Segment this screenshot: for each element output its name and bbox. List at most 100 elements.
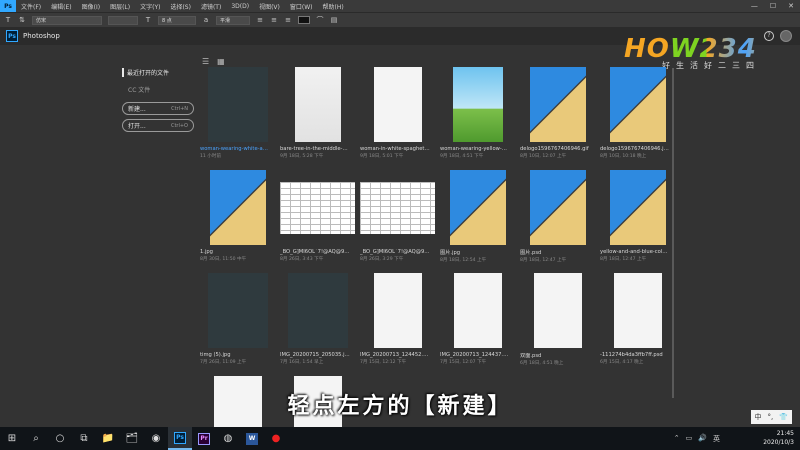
text-color-swatch[interactable] (298, 16, 310, 24)
file-tile[interactable]: IMG_20200713_124437.png 7月 15日, 12:07 下午 (440, 273, 515, 365)
ps-app-icon[interactable]: Ps (0, 0, 16, 12)
align-right-icon[interactable]: ≡ (284, 16, 292, 24)
file-thumbnail[interactable] (440, 273, 515, 348)
tray-battery-icon[interactable]: ▭ (686, 434, 693, 444)
ime-punct[interactable]: °, (768, 413, 774, 421)
menu-layer[interactable]: 图层(L) (105, 2, 135, 11)
file-tile[interactable]: yellow-and-and-blue-colore... 8月 18日, 12:… (600, 170, 675, 262)
file-date: 9月 18日, 5:01 下午 (360, 154, 404, 159)
file-thumbnail[interactable] (600, 273, 675, 348)
align-center-icon[interactable]: ≡ (270, 16, 278, 24)
volume-icon[interactable]: 🔊 (698, 434, 707, 444)
file-tile[interactable]: delogo1596767406946.jpg 8月 10日, 10:18 晚上 (600, 67, 675, 159)
file-tile[interactable]: woman-wearing-yellow-dres... 9月 18日, 4:51… (440, 67, 515, 159)
file-thumbnail[interactable] (520, 67, 595, 142)
clock-time: 21:45 (776, 430, 794, 437)
file-tile[interactable]: _BO_G]MI6OL`7!@AQ@9X$S... 8月 26日, 3:29 下午 (360, 170, 435, 262)
file-thumbnail[interactable] (360, 67, 435, 142)
file-name: 图片.psd (520, 250, 542, 256)
file-tile[interactable]: 图片.psd 8月 18日, 12:47 上午 (520, 170, 595, 263)
cc-files-link[interactable]: CC 文件 (122, 85, 200, 94)
file-thumbnail[interactable] (440, 67, 515, 142)
file-date: 8月 18日, 12:47 上午 (600, 257, 647, 262)
thumbnail-image (609, 170, 666, 245)
file-tile[interactable]: IMG_20200715_205035.jpg 7月 16日, 1:54 早上 (280, 273, 355, 365)
warp-text-icon[interactable]: ⌒ (316, 16, 324, 24)
file-tile[interactable]: 1.jpg 8月 30日, 11:50 中午 (200, 170, 275, 262)
file-date: 8月 10日, 12:07 上午 (520, 154, 567, 159)
menu-image[interactable]: 图像(I) (77, 2, 105, 11)
start-icon[interactable]: ⊞ (0, 427, 24, 450)
file-thumbnail[interactable] (200, 273, 275, 348)
file-tile[interactable]: IMG_20200713_124452.png 7月 15日, 12:12 下午 (360, 273, 435, 365)
open-button[interactable]: 打开... Ctrl+O (122, 119, 194, 132)
clock[interactable]: 21:45 2020/10/3 (763, 429, 794, 447)
file-date: 8月 18日, 12:54 上午 (440, 258, 487, 263)
scrollbar[interactable] (672, 68, 674, 398)
file-tile[interactable]: 双面.psd 6月 18日, 4:51 晚上 (520, 273, 595, 366)
minimize-icon[interactable]: — (751, 2, 758, 10)
file-thumbnail[interactable] (280, 273, 355, 348)
file-thumbnail[interactable] (360, 273, 435, 348)
new-button[interactable]: 新建... Ctrl+N (122, 102, 194, 115)
tray-chevron-icon[interactable]: ⌃ (674, 434, 680, 444)
antialias-select[interactable]: 平滑 (216, 15, 250, 25)
list-view-icon[interactable]: ☰ (202, 57, 209, 66)
menu-file[interactable]: 文件(F) (16, 2, 46, 11)
file-thumbnail[interactable] (200, 170, 275, 245)
file-tile[interactable]: timg (5).jpg 7月 26日, 11:09 上午 (200, 273, 275, 365)
menu-3d[interactable]: 3D(D) (226, 3, 254, 10)
file-tile[interactable]: woman-in-white-spaghetti-st... 9月 18日, 5:… (360, 67, 435, 159)
menu-help[interactable]: 帮助(H) (318, 2, 349, 11)
file-thumbnail[interactable] (280, 170, 355, 245)
file-thumbnail[interactable] (600, 170, 675, 245)
menu-type[interactable]: 文字(Y) (135, 2, 165, 11)
menu-edit[interactable]: 编辑(E) (46, 2, 76, 11)
file-tile[interactable]: _BO_G]MI6OL`7!@AQ@9X$S... 8月 26日, 3:43 下午 (280, 170, 355, 262)
type-tool-icon[interactable]: T (4, 16, 12, 24)
file-tile[interactable]: 图片.jpg 8月 18日, 12:54 上午 (440, 170, 515, 263)
font-style-select[interactable] (108, 15, 138, 25)
align-left-icon[interactable]: ≡ (256, 16, 264, 24)
file-thumbnail[interactable] (600, 67, 675, 142)
maximize-icon[interactable]: ☐ (770, 2, 776, 10)
ime-skin-icon[interactable]: 👕 (779, 413, 788, 421)
font-size-select[interactable]: 8 点 (158, 15, 196, 25)
file-tile[interactable]: delogo1596767406946.gif 8月 10日, 12:07 上午 (520, 67, 595, 159)
file-explorer-icon[interactable]: 📁 (96, 427, 120, 450)
file-tile[interactable]: -111274b4da3ffb7ff.psd 6月 15日, 4:17 晚上 (600, 273, 675, 365)
input-lang[interactable]: 英 (713, 434, 720, 444)
app-icon[interactable]: ◍ (216, 427, 240, 450)
file-thumbnail[interactable] (520, 170, 595, 245)
file-thumbnail[interactable] (360, 170, 435, 245)
chrome-icon[interactable]: ◉ (144, 427, 168, 450)
photoshop-taskbar-icon[interactable]: Ps (168, 427, 192, 450)
search-icon[interactable]: ⌕ (24, 427, 48, 450)
file-thumbnail[interactable] (520, 273, 595, 348)
file-date: 7月 16日, 1:54 早上 (280, 360, 324, 365)
file-tile[interactable]: bare-tree-in-the-middle-field-... 9月 18日,… (280, 67, 355, 159)
cortana-icon[interactable]: ○ (48, 427, 72, 450)
file-thumbnail[interactable] (200, 67, 275, 142)
file-thumbnail[interactable] (280, 67, 355, 142)
premiere-taskbar-icon[interactable]: Pr (192, 427, 216, 450)
close-icon[interactable]: ✕ (788, 2, 794, 10)
character-panel-icon[interactable]: ▤ (330, 16, 338, 24)
menu-view[interactable]: 视图(V) (254, 2, 285, 11)
menu-select[interactable]: 选择(S) (165, 2, 196, 11)
task-view-icon[interactable]: ⧉ (72, 427, 96, 450)
file-date: 7月 26日, 11:09 上午 (200, 360, 247, 365)
menu-window[interactable]: 窗口(W) (285, 2, 318, 11)
font-family-select[interactable]: 仿宋 (32, 15, 102, 25)
grid-view-icon[interactable]: ▦ (217, 57, 225, 66)
folder-icon[interactable]: 🗂 (120, 427, 144, 450)
recent-files-link[interactable]: 最近打开的文件 (122, 68, 200, 77)
word-taskbar-icon[interactable]: W (240, 427, 264, 450)
record-icon[interactable]: ● (264, 427, 288, 450)
file-tile[interactable]: woman-wearing-white-and-... 11 小时前 (200, 67, 275, 159)
orientation-icon[interactable]: ⇅ (18, 16, 26, 24)
file-thumbnail[interactable] (440, 170, 515, 245)
ime-mode[interactable]: 中 (755, 412, 762, 422)
menu-filter[interactable]: 滤镜(T) (196, 2, 226, 11)
user-avatar[interactable] (780, 30, 792, 42)
